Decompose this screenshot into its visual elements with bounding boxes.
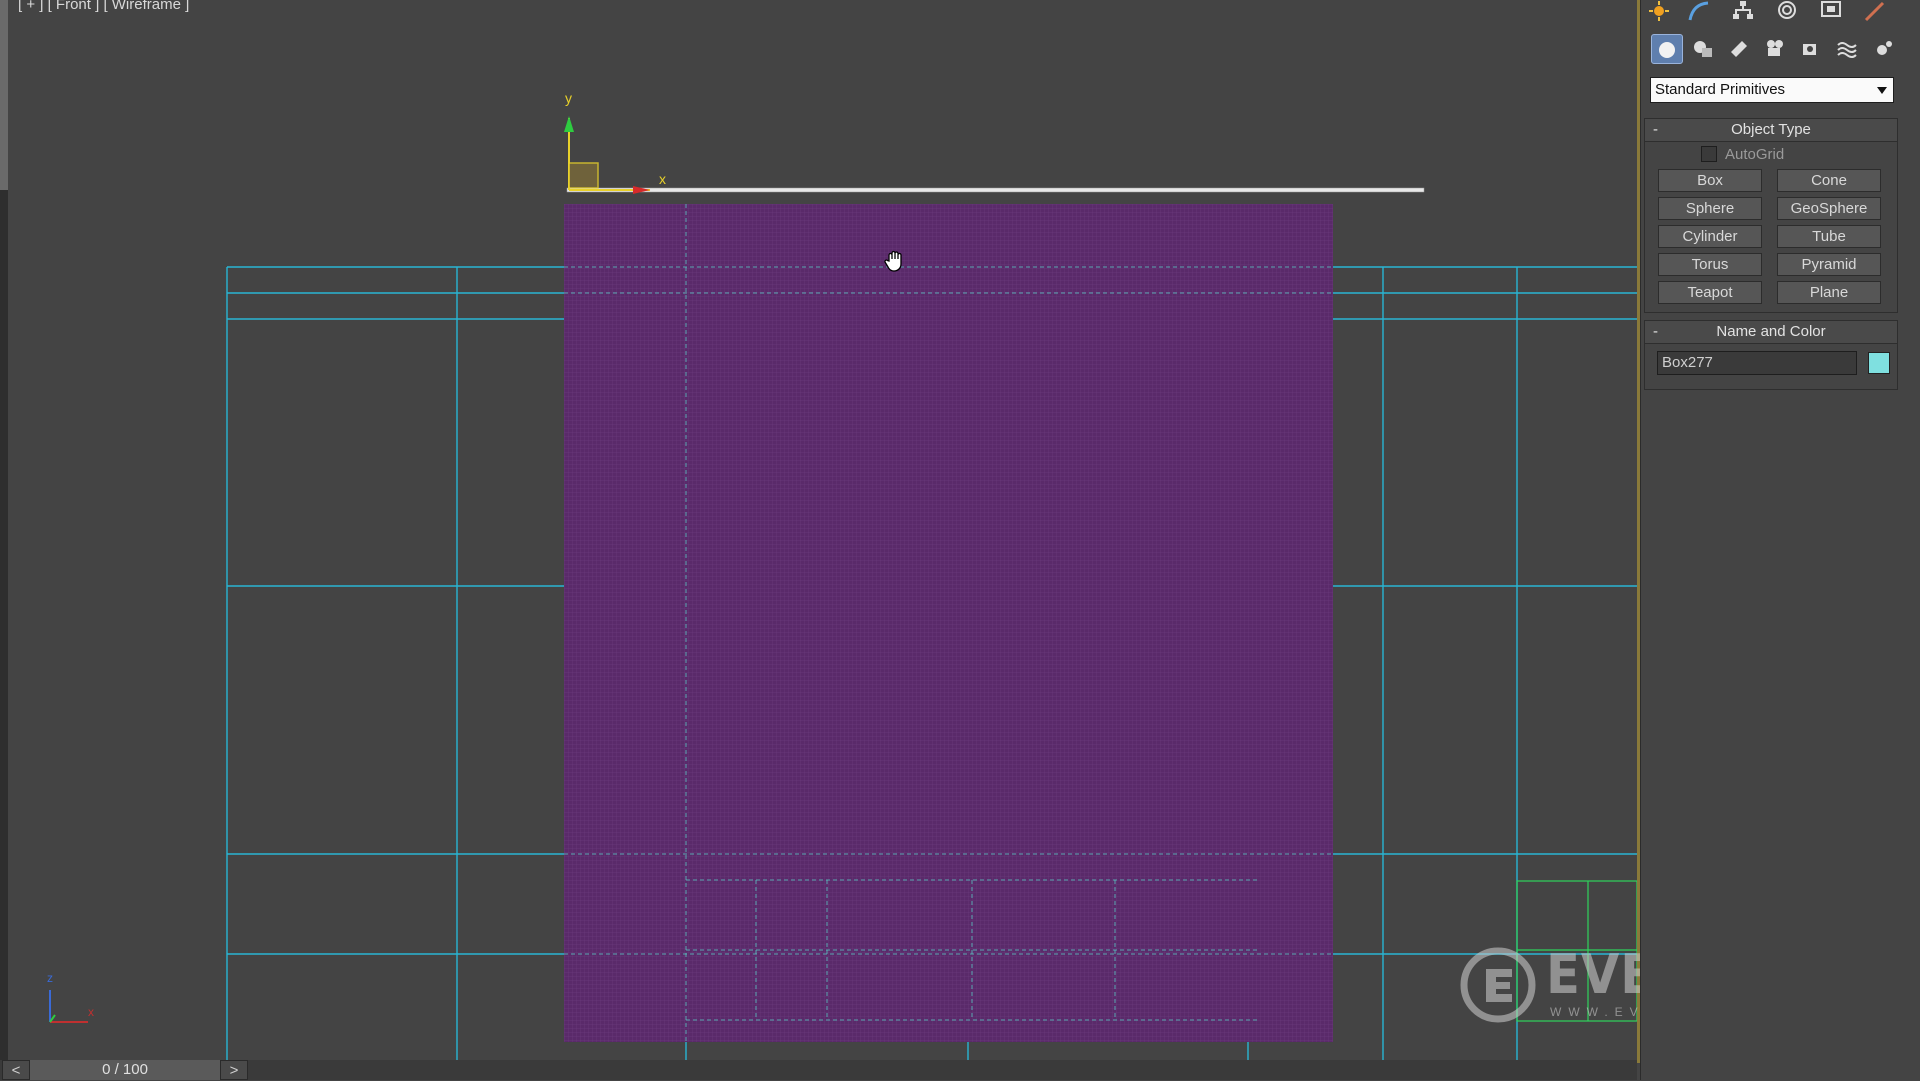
primitive-category-dropdown[interactable]: Standard Primitives <box>1650 77 1894 103</box>
gizmo-x-label: x <box>659 171 666 187</box>
axis-tripod: z x <box>47 971 94 1023</box>
geometry-tab[interactable] <box>1651 34 1683 64</box>
utilities-icon <box>1864 1 1885 22</box>
plane-button[interactable]: Plane <box>1777 281 1881 304</box>
selected-box-object[interactable] <box>564 204 1333 1042</box>
object-type-rollout: - Object Type AutoGrid Box Cone Sphere G… <box>1644 118 1898 313</box>
create-tab[interactable] <box>1641 0 1677 22</box>
hierarchy-tab[interactable] <box>1725 0 1761 22</box>
object-type-collapse-toggle[interactable]: - <box>1653 119 1658 141</box>
space-warps-tab[interactable] <box>1831 34 1863 64</box>
geosphere-button[interactable]: GeoSphere <box>1777 197 1881 220</box>
modify-tab[interactable] <box>1681 0 1717 22</box>
teapot-button[interactable]: Teapot <box>1658 281 1762 304</box>
command-panel-tabs <box>1641 0 1920 24</box>
prev-frame-button[interactable]: < <box>2 1060 30 1080</box>
cameras-icon <box>1767 40 1783 56</box>
box-button[interactable]: Box <box>1658 169 1762 192</box>
sphere-button[interactable]: Sphere <box>1658 197 1762 220</box>
display-tab[interactable] <box>1813 0 1849 22</box>
name-and-color-collapse-toggle[interactable]: - <box>1653 321 1658 343</box>
viewport-scene[interactable]: y x z x <box>0 0 1637 1060</box>
pyramid-button[interactable]: Pyramid <box>1777 253 1881 276</box>
systems-tab[interactable] <box>1867 34 1899 64</box>
space-warps-icon <box>1837 42 1857 58</box>
front-viewport[interactable]: y x z x [ + ] [ Front ] [ Wireframe ] <box>0 0 1640 1063</box>
lights-icon <box>1731 41 1747 57</box>
motion-tab[interactable] <box>1769 0 1805 22</box>
autogrid-label: AutoGrid <box>1725 146 1785 163</box>
next-frame-button[interactable]: > <box>220 1060 248 1080</box>
evermotion-logo-icon <box>1460 947 1536 1023</box>
tube-button[interactable]: Tube <box>1777 225 1881 248</box>
time-slider-bar[interactable]: < 0 / 100 > <box>0 1060 1637 1080</box>
geometry-icon <box>1659 42 1675 58</box>
shapes-icon <box>1694 41 1712 57</box>
modify-icon <box>1688 1 1709 21</box>
lights-tab[interactable] <box>1723 34 1755 64</box>
cylinder-button[interactable]: Cylinder <box>1658 225 1762 248</box>
object-name-input[interactable]: Box277 <box>1657 351 1857 375</box>
cameras-tab[interactable] <box>1759 34 1791 64</box>
pan-hand-cursor-icon <box>884 250 902 272</box>
time-slider[interactable]: 0 / 100 <box>30 1060 220 1080</box>
viewport-label-menu[interactable]: [ + ] [ Front ] [ Wireframe ] <box>18 0 189 13</box>
transform-gizmo[interactable]: y x <box>564 90 666 194</box>
command-panel: Standard Primitives - Object Type AutoGr… <box>1640 0 1920 1080</box>
autogrid-checkbox[interactable]: AutoGrid <box>1701 145 1785 164</box>
plane-edge <box>566 187 1425 193</box>
utilities-tab[interactable] <box>1857 0 1893 22</box>
create-category-tabs <box>1641 34 1920 64</box>
chevron-down-icon <box>1877 87 1887 94</box>
name-and-color-rollout: - Name and Color Box277 <box>1644 320 1898 390</box>
gizmo-y-label: y <box>565 90 572 106</box>
name-and-color-header[interactable]: - Name and Color <box>1645 321 1897 344</box>
tripod-x-label: x <box>88 1005 94 1019</box>
create-icon <box>1649 1 1669 21</box>
object-type-header[interactable]: - Object Type <box>1645 119 1897 142</box>
checkbox-unchecked-icon <box>1701 145 1717 162</box>
name-and-color-title: Name and Color <box>1716 323 1826 340</box>
torus-button[interactable]: Torus <box>1658 253 1762 276</box>
display-icon <box>1821 1 1841 17</box>
motion-icon <box>1778 1 1796 19</box>
object-color-swatch[interactable] <box>1868 352 1890 374</box>
cone-button[interactable]: Cone <box>1777 169 1881 192</box>
helpers-icon <box>1803 44 1816 55</box>
category-selected-value: Standard Primitives <box>1655 81 1786 98</box>
object-type-title: Object Type <box>1731 121 1811 138</box>
hierarchy-icon <box>1733 1 1753 19</box>
tripod-z-label: z <box>47 971 53 985</box>
viewport-left-strip <box>0 0 8 1060</box>
helpers-tab[interactable] <box>1795 34 1827 64</box>
shapes-tab[interactable] <box>1687 34 1719 64</box>
systems-icon <box>1877 41 1892 55</box>
